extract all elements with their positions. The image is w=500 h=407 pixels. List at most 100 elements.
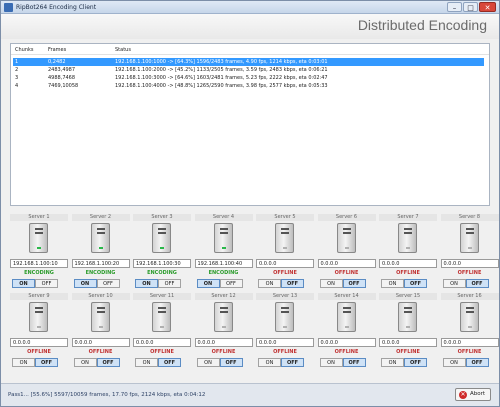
column-header-frames[interactable]: Frames (48, 47, 66, 53)
server-card: Server 3 192.168.1.100:30 ENCODING ON OFF (133, 214, 191, 298)
server-off-button[interactable]: OFF (35, 358, 58, 367)
server-icon (336, 223, 356, 253)
server-on-button[interactable]: ON (258, 279, 281, 288)
server-card: Server 12 0.0.0.0 OFFLINE ON OFF (194, 293, 253, 377)
server-off-button[interactable]: OFF (35, 279, 58, 288)
server-address-field[interactable]: 0.0.0.0 (317, 259, 376, 268)
server-status: OFFLINE (211, 349, 236, 355)
server-off-button[interactable]: OFF (96, 358, 120, 367)
server-on-button[interactable]: ON (73, 279, 97, 288)
server-address-field[interactable]: 0.0.0.0 (379, 338, 437, 347)
list-cell-chunk: 2 (15, 67, 19, 73)
server-status: ENCODING (147, 270, 177, 276)
server-status: OFFLINE (273, 270, 297, 276)
server-name: Server 8 (440, 214, 499, 221)
list-item[interactable]: 2 2483,4987 192.168.1.100:2000 -> [45.2%] … (13, 66, 484, 74)
server-on-button[interactable]: ON (12, 279, 35, 288)
column-header-chunks[interactable]: Chunks (15, 47, 34, 53)
server-off-button[interactable]: OFF (404, 279, 427, 288)
server-icon (398, 302, 417, 332)
server-on-button[interactable]: ON (73, 358, 97, 367)
header-banner: Distributed Encoding (1, 14, 499, 39)
column-header-status[interactable]: Status (115, 47, 131, 53)
server-name: Server 16 (440, 293, 499, 300)
server-address-field[interactable]: 192.168.1.100:30 (133, 259, 191, 268)
server-card: Server 15 0.0.0.0 OFFLINE ON OFF (379, 293, 437, 377)
list-cell-frames: 7469,10058 (48, 83, 79, 89)
server-off-button[interactable]: OFF (219, 358, 243, 367)
server-off-button[interactable]: OFF (342, 279, 366, 288)
list-cell-frames: 4988,7468 (48, 75, 76, 81)
server-address-field[interactable]: 192.168.1.100:10 (10, 259, 68, 268)
server-on-button[interactable]: ON (442, 358, 466, 367)
server-card: Server 5 0.0.0.0 OFFLINE ON OFF (256, 214, 314, 298)
server-address-field[interactable]: 0.0.0.0 (71, 338, 130, 347)
server-icon (398, 223, 417, 253)
server-status: OFFLINE (150, 349, 174, 355)
server-address-field[interactable]: 0.0.0.0 (256, 259, 314, 268)
server-icon (29, 223, 48, 253)
server-card: Server 7 0.0.0.0 OFFLINE ON OFF (379, 214, 437, 298)
list-cell-chunk: 1 (15, 59, 19, 65)
abort-button[interactable]: ✕ Abort (455, 388, 491, 401)
server-off-button[interactable]: OFF (96, 279, 120, 288)
server-on-button[interactable]: ON (196, 279, 220, 288)
server-off-button[interactable]: OFF (219, 279, 243, 288)
server-card: Server 16 0.0.0.0 OFFLINE ON OFF (440, 293, 499, 377)
minimize-icon[interactable]: – (447, 2, 462, 12)
server-on-button[interactable]: ON (319, 358, 343, 367)
server-card: Server 9 0.0.0.0 OFFLINE ON OFF (10, 293, 68, 377)
server-address-field[interactable]: 0.0.0.0 (133, 338, 191, 347)
server-address-field[interactable]: 0.0.0.0 (194, 338, 253, 347)
server-off-button[interactable]: OFF (465, 279, 489, 288)
list-item[interactable]: 1 0,2482 192.168.1.100:1000 -> [64.3%] 159… (13, 58, 484, 66)
server-on-button[interactable]: ON (381, 358, 404, 367)
list-item[interactable]: 4 7469,10058 192.168.1.100:4000 -> [48.8%]… (13, 82, 484, 90)
server-off-button[interactable]: OFF (158, 279, 181, 288)
server-on-button[interactable]: ON (135, 358, 158, 367)
server-card: Server 6 0.0.0.0 OFFLINE ON OFF (317, 214, 376, 298)
server-off-button[interactable]: OFF (281, 358, 304, 367)
server-icon (459, 223, 479, 253)
server-address-field[interactable]: 0.0.0.0 (317, 338, 376, 347)
server-icon (275, 223, 294, 253)
server-name: Server 5 (256, 214, 314, 221)
server-card: Server 1 192.168.1.100:10 ENCODING ON OFF (10, 214, 68, 298)
server-name: Server 15 (379, 293, 437, 300)
list-item[interactable]: 3 4988,7468 192.168.1.100:3000 -> [64.6%] … (13, 74, 484, 82)
server-card: Server 14 0.0.0.0 OFFLINE ON OFF (317, 293, 376, 377)
server-name: Server 10 (71, 293, 130, 300)
server-on-button[interactable]: ON (12, 358, 35, 367)
server-address-field[interactable]: 0.0.0.0 (440, 338, 499, 347)
server-icon (459, 302, 479, 332)
close-icon[interactable]: ✕ (479, 2, 496, 12)
server-on-button[interactable]: ON (381, 279, 404, 288)
server-off-button[interactable]: OFF (342, 358, 366, 367)
server-on-button[interactable]: ON (442, 279, 466, 288)
status-text: Pass1... [55.6%] 5597/10059 frames, 17.7… (8, 392, 206, 398)
server-on-button[interactable]: ON (258, 358, 281, 367)
server-status: OFFLINE (273, 349, 297, 355)
server-off-button[interactable]: OFF (158, 358, 181, 367)
server-name: Server 1 (10, 214, 68, 221)
server-address-field[interactable]: 0.0.0.0 (256, 338, 314, 347)
server-address-field[interactable]: 0.0.0.0 (10, 338, 68, 347)
server-address-field[interactable]: 0.0.0.0 (440, 259, 499, 268)
server-off-button[interactable]: OFF (404, 358, 427, 367)
server-card: Server 10 0.0.0.0 OFFLINE ON OFF (71, 293, 130, 377)
server-on-button[interactable]: ON (319, 279, 343, 288)
server-on-button[interactable]: ON (135, 279, 158, 288)
list-cell-frames: 2483,4987 (48, 67, 76, 73)
server-status: ENCODING (24, 270, 54, 276)
server-address-field[interactable]: 192.168.1.100:20 (71, 259, 130, 268)
server-status: OFFLINE (457, 270, 482, 276)
server-off-button[interactable]: OFF (465, 358, 489, 367)
server-on-button[interactable]: ON (196, 358, 220, 367)
list-cell-frames: 0,2482 (48, 59, 66, 65)
chunk-list[interactable]: Chunks Frames Status 1 0,2482 192.168.1.10… (10, 43, 490, 206)
server-address-field[interactable]: 192.168.1.100:40 (194, 259, 253, 268)
server-address-field[interactable]: 0.0.0.0 (379, 259, 437, 268)
server-off-button[interactable]: OFF (281, 279, 304, 288)
maximize-icon[interactable]: □ (463, 2, 478, 12)
abort-label: Abort (470, 391, 486, 397)
